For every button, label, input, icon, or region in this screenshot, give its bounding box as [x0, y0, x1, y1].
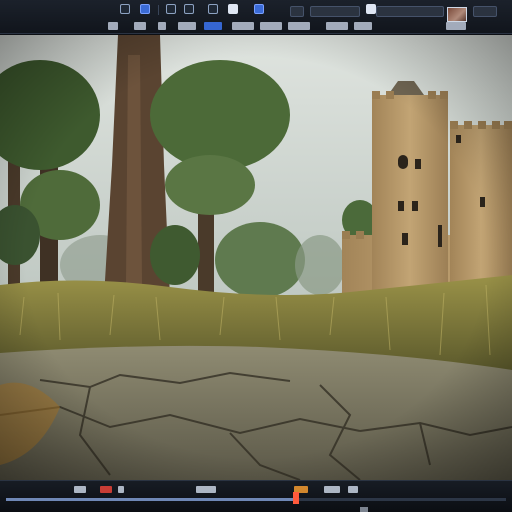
render-preview-thumbnail[interactable] [447, 7, 467, 22]
rotate-icon[interactable] [184, 4, 194, 14]
timeline-playhead[interactable] [293, 492, 299, 504]
toolbar-separator [158, 5, 159, 15]
move-icon[interactable] [166, 4, 176, 14]
toolbar-row-secondary [0, 22, 512, 32]
tool-tab[interactable] [326, 22, 348, 30]
settings-icon[interactable] [108, 22, 118, 30]
timeline-button[interactable] [196, 486, 216, 493]
bottom-timeline [0, 480, 512, 512]
record-icon[interactable] [134, 22, 146, 30]
top-toolbar [0, 0, 512, 34]
tool-tab-active[interactable] [204, 22, 222, 30]
play-icon[interactable] [366, 4, 376, 14]
toolbar-row-primary [0, 4, 512, 22]
timeline-button[interactable] [324, 486, 340, 493]
toolbar-field-small[interactable] [290, 6, 304, 17]
light-icon[interactable] [254, 4, 264, 14]
grid-icon[interactable] [140, 4, 150, 14]
timeline-button[interactable] [74, 486, 86, 493]
render-icon[interactable] [354, 22, 372, 30]
toolbar-field-wide[interactable] [376, 6, 444, 17]
scale-icon[interactable] [208, 4, 218, 14]
menu-icon[interactable] [446, 22, 466, 30]
toolbar-field-dropdown[interactable] [310, 6, 360, 17]
tool-tab[interactable] [178, 22, 196, 30]
tool-tab[interactable] [288, 22, 310, 30]
tool-tab[interactable] [260, 22, 282, 30]
scene-viewport[interactable] [0, 35, 512, 480]
vignette [0, 35, 512, 480]
scene-render [0, 35, 512, 480]
timeline-button[interactable] [118, 486, 124, 493]
record-button[interactable] [100, 486, 112, 493]
camera-icon[interactable] [228, 4, 238, 14]
tool-tab[interactable] [232, 22, 254, 30]
tool-tab[interactable] [158, 22, 166, 30]
toolbar-field-end[interactable] [473, 6, 497, 17]
timeline-marker [360, 507, 368, 512]
timeline-button[interactable] [348, 486, 358, 493]
layout-icon[interactable] [120, 4, 130, 14]
timeline-progress [6, 498, 296, 501]
